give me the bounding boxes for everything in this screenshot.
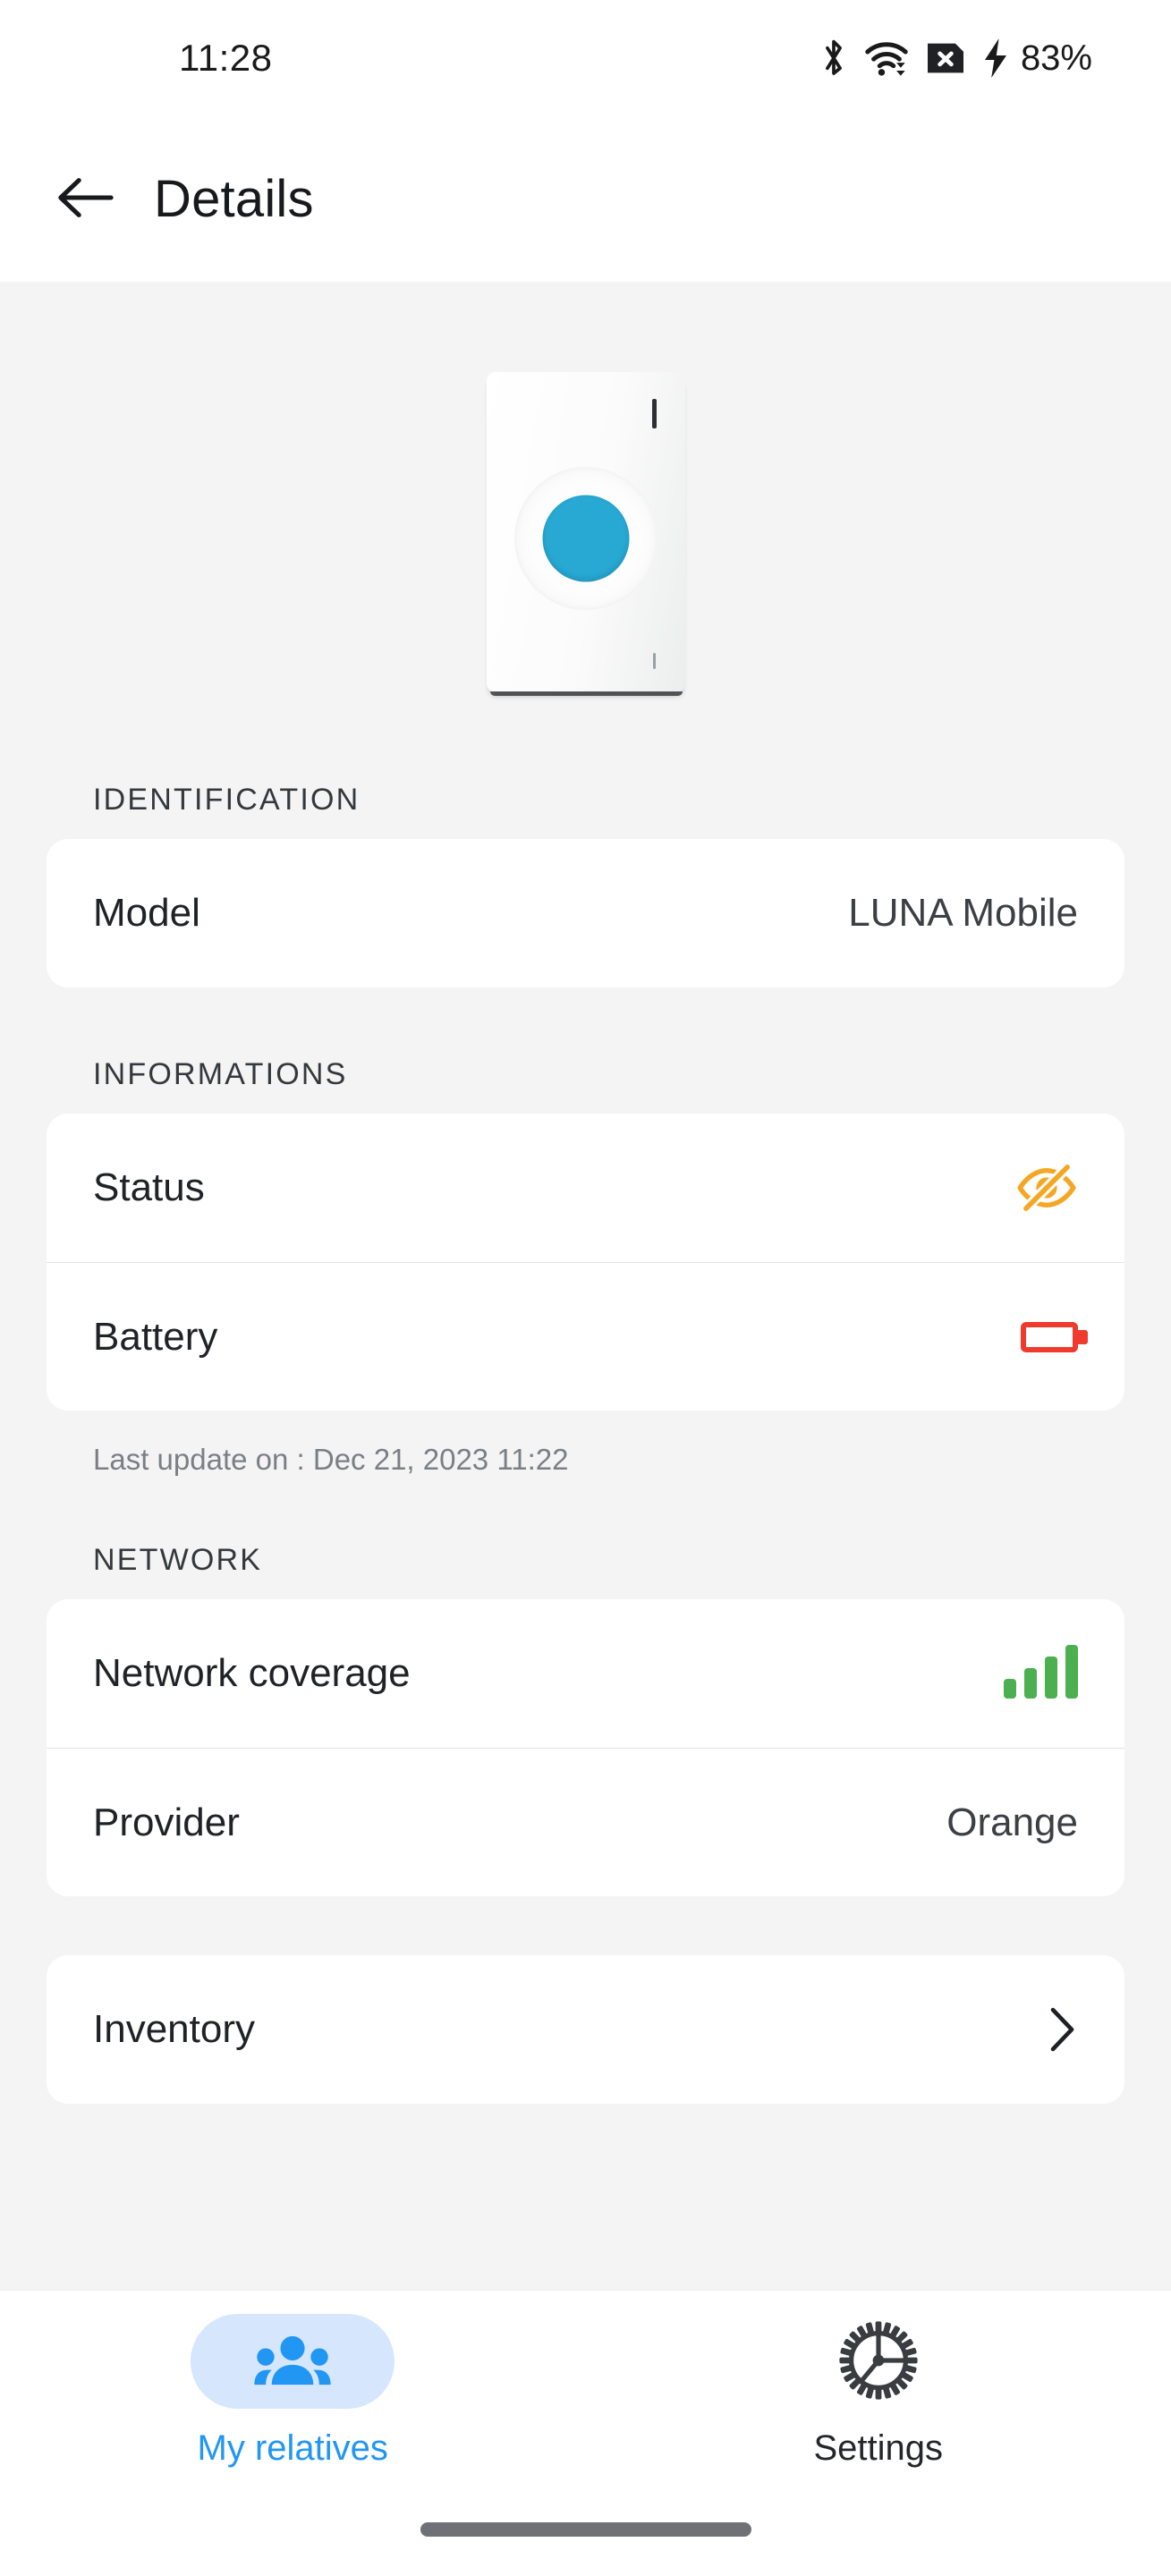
app-bar: Details — [0, 116, 1171, 282]
row-model[interactable]: Model LUNA Mobile — [47, 839, 1124, 987]
home-indicator[interactable] — [420, 2522, 751, 2537]
row-status[interactable]: Status — [47, 1114, 1124, 1262]
status-bar-icons: 83% — [819, 38, 1092, 79]
section-label-network: NETWORK — [93, 1543, 263, 1577]
wifi-icon — [865, 39, 908, 77]
section-label-identification: IDENTIFICATION — [93, 783, 361, 817]
row-value: Orange — [946, 1800, 1078, 1844]
charging-bolt-icon — [983, 38, 1008, 78]
row-label: Status — [93, 1165, 205, 1209]
network-card: Network coverage Provider Orange — [47, 1599, 1124, 1896]
chevron-right-icon — [1048, 2004, 1078, 2055]
device-body — [486, 372, 685, 696]
device-image — [0, 282, 1171, 783]
inventory-card: Inventory — [47, 1955, 1124, 2104]
row-label: Provider — [93, 1800, 240, 1844]
device-slot-bottom-icon — [652, 653, 656, 669]
nav-label: Settings — [813, 2428, 944, 2468]
people-group-icon — [254, 2333, 331, 2391]
nav-item-my-relatives[interactable]: My relatives — [105, 2314, 480, 2469]
back-button[interactable] — [36, 150, 134, 249]
status-bar-clock: 11:28 — [179, 37, 273, 79]
row-inventory[interactable]: Inventory — [47, 1955, 1124, 2104]
page-title: Details — [154, 170, 314, 228]
last-update-text: Last update on : Dec 21, 2023 11:22 — [93, 1443, 569, 1476]
identification-card: Model LUNA Mobile — [47, 839, 1124, 987]
status-bar: 11:28 83% — [0, 0, 1171, 116]
nav-active-pill — [191, 2314, 395, 2409]
bluetooth-icon — [819, 38, 849, 79]
gear-icon — [837, 2319, 920, 2404]
app-screen: 11:28 83% Details IDENTIFICATION Model L… — [0, 0, 1171, 2576]
row-label: Battery — [93, 1314, 218, 1359]
row-label: Network coverage — [93, 1651, 411, 1695]
device-sos-button-icon — [542, 495, 629, 582]
back-arrow-icon — [55, 174, 115, 224]
section-label-informations: INFORMATIONS — [93, 1057, 348, 1091]
details-scroll-area[interactable]: IDENTIFICATION Model LUNA Mobile INFORMA… — [0, 282, 1171, 2290]
row-provider[interactable]: Provider Orange — [47, 1748, 1124, 1896]
informations-card: Status Battery — [47, 1114, 1124, 1411]
nav-inactive-pill — [776, 2314, 980, 2409]
nav-item-settings[interactable]: Settings — [691, 2314, 1066, 2469]
nav-label: My relatives — [197, 2428, 388, 2468]
eye-off-icon — [1015, 1164, 1078, 1212]
row-label: Model — [93, 891, 200, 935]
sim-card-off-icon — [924, 40, 967, 76]
row-network-coverage[interactable]: Network coverage — [47, 1599, 1124, 1748]
battery-empty-icon — [1021, 1321, 1088, 1352]
device-slot-top-icon — [651, 399, 657, 428]
row-battery[interactable]: Battery — [47, 1262, 1124, 1411]
battery-percent-label: 83% — [1020, 38, 1092, 78]
row-value: LUNA Mobile — [848, 891, 1078, 935]
row-label: Inventory — [93, 2007, 255, 2051]
signal-bars-icon — [1004, 1645, 1078, 1699]
